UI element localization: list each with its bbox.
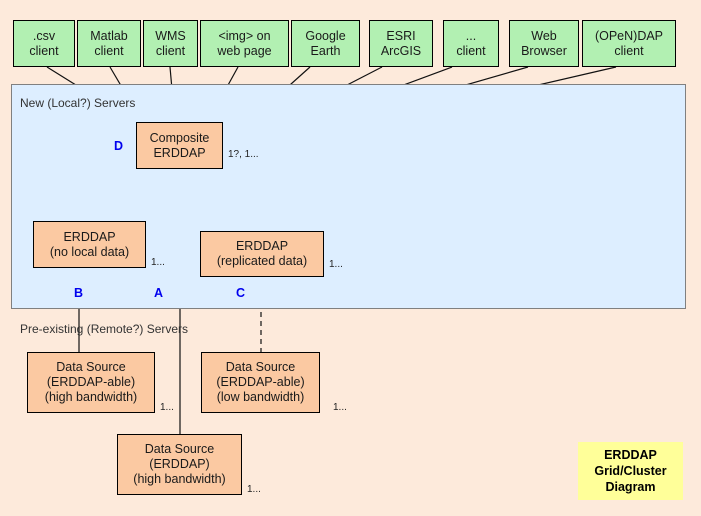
data-source-3-line2: (ERDDAP) [149, 457, 210, 471]
multiplicity-source-low-able: 1... [333, 402, 347, 413]
erddap-nolocal-line1: ERDDAP [63, 229, 116, 244]
panel-pre-existing-servers-label: Pre-existing (Remote?) Servers [20, 322, 189, 336]
client-box-opendap[interactable]: (OPeN)DAP client [582, 20, 676, 67]
client-box-wms[interactable]: WMS client [143, 20, 198, 67]
panel-new-local-servers-label: New (Local?) Servers [20, 96, 136, 110]
letter-label-c: C [236, 286, 246, 300]
client-img-line2: web page [217, 43, 272, 58]
data-source-3-line3: (high bandwidth) [133, 472, 226, 486]
panel-new-local-servers [11, 84, 686, 309]
client-esri-line1: ESRI [386, 28, 416, 43]
client-matlab-line1: Matlab [90, 28, 128, 43]
data-source-2-line2: (ERDDAP-able) [216, 375, 305, 389]
composite-erddap-line1: Composite [149, 130, 210, 145]
client-other-line2: client [456, 43, 486, 58]
client-img-line1: <img> on [218, 28, 271, 43]
client-wms-line2: client [155, 43, 186, 58]
client-box-csv[interactable]: .csv client [13, 20, 75, 67]
client-opendap-line1: (OPeN)DAP [594, 28, 664, 43]
multiplicity-source-erddap: 1... [247, 484, 261, 495]
node-erddap-replicated-data[interactable]: ERDDAP (replicated data) [200, 231, 324, 277]
legend-title-box: ERDDAP Grid/Cluster Diagram [578, 442, 683, 500]
multiplicity-no-local-data: 1... [151, 257, 165, 268]
client-box-other-client[interactable]: ... client [443, 20, 499, 67]
client-box-esri-arcgis[interactable]: ESRI ArcGIS [369, 20, 433, 67]
client-esri-line2: ArcGIS [380, 43, 422, 58]
client-box-matlab[interactable]: Matlab client [77, 20, 141, 67]
multiplicity-source-high-able: 1... [160, 402, 174, 413]
client-box-web-browser[interactable]: Web Browser [509, 20, 579, 67]
client-googleearth-line1: Google [305, 28, 346, 43]
node-data-source-erddap-able-low-bandwidth[interactable]: Data Source (ERDDAP-able) (low bandwidth… [201, 352, 320, 413]
client-other-line1: ... [465, 28, 477, 43]
letter-label-a: A [154, 286, 164, 300]
multiplicity-composite: 1?, 1... [228, 149, 259, 160]
data-source-1-line3: (high bandwidth) [44, 390, 138, 404]
erddap-replicated-line1: ERDDAP [235, 239, 289, 253]
client-webbrowser-line2: Browser [521, 43, 567, 58]
letter-label-d: D [114, 139, 124, 153]
client-wms-line1: WMS [155, 28, 186, 43]
client-csv-line2: client [29, 43, 59, 58]
legend-line3: Diagram [605, 480, 656, 494]
client-googleearth-line2: Earth [310, 43, 341, 58]
client-box-img-web-page[interactable]: <img> on web page [200, 20, 289, 67]
client-webbrowser-line1: Web [531, 28, 557, 43]
data-source-1-line2: (ERDDAP-able) [46, 375, 136, 389]
multiplicity-replicated-data: 1... [329, 259, 343, 270]
node-data-source-erddap-high-bandwidth[interactable]: Data Source (ERDDAP) (high bandwidth) [117, 434, 242, 495]
client-csv-line1: .csv [32, 28, 56, 43]
data-source-3-line1: Data Source [144, 442, 215, 456]
node-composite-erddap[interactable]: Composite ERDDAP [136, 122, 223, 169]
erddap-replicated-line2: (replicated data) [216, 254, 308, 268]
legend-line2: Grid/Cluster [594, 464, 667, 478]
diagram-canvas: New (Local?) Servers Pre-existing (Remot… [0, 0, 701, 516]
client-matlab-line2: client [94, 43, 124, 58]
client-box-google-earth[interactable]: Google Earth [291, 20, 360, 67]
data-source-1-line1: Data Source [56, 360, 126, 374]
letter-label-b: B [74, 286, 84, 300]
legend-line1: ERDDAP [604, 448, 657, 462]
erddap-nolocal-line2: (no local data) [49, 244, 130, 259]
composite-erddap-line2: ERDDAP [153, 145, 206, 160]
data-source-2-line3: (low bandwidth) [216, 390, 305, 404]
node-data-source-erddap-able-high-bandwidth[interactable]: Data Source (ERDDAP-able) (high bandwidt… [27, 352, 155, 413]
data-source-2-line1: Data Source [225, 360, 296, 374]
client-opendap-line2: client [614, 43, 644, 58]
node-erddap-no-local-data[interactable]: ERDDAP (no local data) [33, 221, 146, 268]
